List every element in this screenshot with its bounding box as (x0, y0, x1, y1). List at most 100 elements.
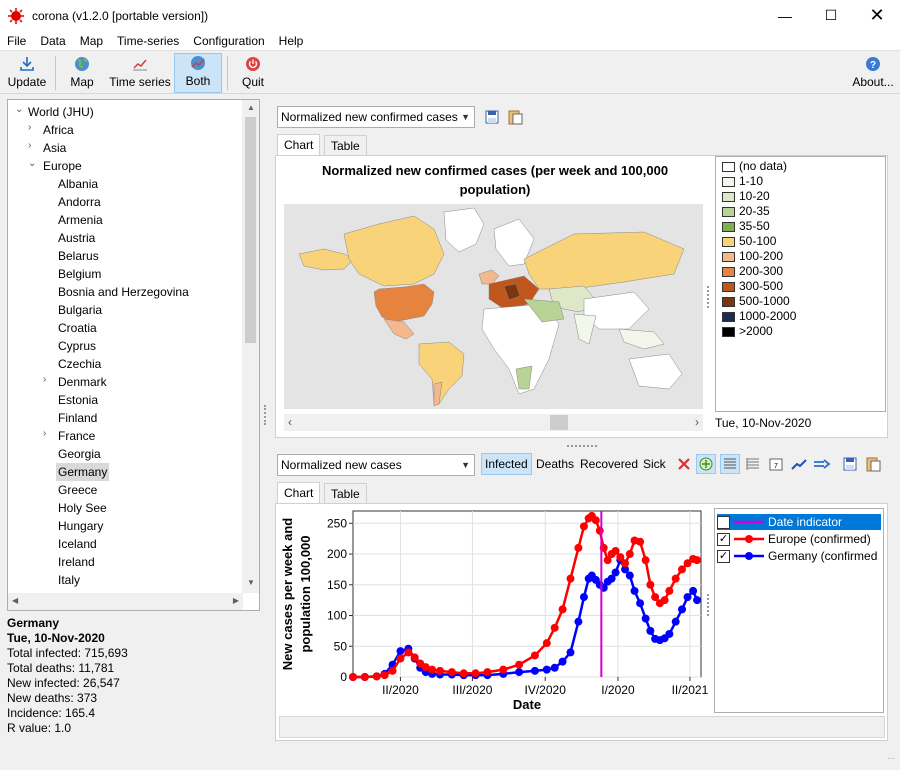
ts-legend-item[interactable]: ✓ Date indicator (717, 514, 881, 530)
time-series-chart[interactable]: 0 50 100 150 200 250 II/2020 III/2020 IV/2020 I/2… (276, 504, 709, 718)
clear-button[interactable] (674, 454, 694, 474)
tree-item-country[interactable]: Belgium (58, 265, 101, 283)
tree-item-country[interactable]: Denmark (58, 373, 107, 391)
expand-arrow-icon[interactable]: ⌄ (28, 158, 38, 169)
tree-item-country[interactable]: Germany (56, 463, 110, 481)
ts-tab-table[interactable]: Table (324, 483, 367, 504)
tree-item-country[interactable]: Andorra (58, 193, 101, 211)
close-window-button[interactable]: ✕ (854, 0, 900, 31)
tree-item-world[interactable]: World (JHU) (28, 103, 94, 121)
tree-item-country[interactable]: Austria (58, 229, 95, 247)
legend-splitter[interactable] (707, 286, 710, 308)
collapse-arrow-icon[interactable]: › (28, 122, 38, 133)
tree-item-country[interactable]: Finland (58, 409, 97, 427)
quit-button[interactable]: Quit (234, 53, 272, 93)
scroll-up-icon[interactable]: ▲ (247, 103, 255, 112)
region-tree[interactable]: ⌄ World (JHU) › Africa › Asia ⌄ Europe A… (7, 99, 260, 611)
add-series-button[interactable] (696, 454, 716, 474)
list-button[interactable] (743, 454, 763, 474)
ts-legend-item[interactable]: ✓ Europe (confirmed) (717, 531, 871, 547)
scroll-left-icon[interactable]: ◀ (12, 596, 18, 605)
menu-help[interactable]: Help (272, 34, 311, 48)
tree-item-country[interactable]: Bosnia and Herzegovina (58, 283, 189, 301)
tree-item-africa[interactable]: Africa (43, 121, 74, 139)
tree-item-country[interactable]: Iceland (58, 535, 97, 553)
vertical-splitter[interactable] (264, 405, 267, 425)
menu-file[interactable]: File (0, 34, 33, 48)
tree-item-country[interactable]: Bulgaria (58, 301, 102, 319)
map-tab-table[interactable]: Table (324, 135, 367, 156)
tree-item-country[interactable]: Cyprus (58, 337, 96, 355)
map-legend-item: (no data) (722, 159, 787, 174)
checkbox-checked-icon[interactable]: ✓ (717, 515, 730, 529)
menu-data[interactable]: Data (33, 34, 72, 48)
checkbox-checked-icon[interactable]: ✓ (717, 549, 730, 563)
both-button[interactable]: Both (174, 53, 222, 93)
collapse-arrow-icon[interactable]: › (43, 428, 53, 439)
scroll-right-icon[interactable]: › (695, 415, 699, 429)
time-series-button[interactable]: Time series (107, 53, 173, 93)
tree-item-country[interactable]: Greece (58, 481, 97, 499)
tree-item-country[interactable]: Italy (58, 571, 80, 589)
tree-horizontal-scrollbar[interactable]: ◀ ▶ (8, 593, 243, 610)
ts-data-combo[interactable]: Normalized new cases ▼ (277, 454, 475, 476)
log-scale-button[interactable] (720, 454, 740, 474)
scroll-left-icon[interactable]: ‹ (288, 415, 292, 429)
scroll-down-icon[interactable]: ▼ (247, 578, 255, 587)
legend-swatch (722, 161, 735, 172)
maximize-button[interactable]: ☐ (808, 0, 854, 31)
menu-configuration[interactable]: Configuration (186, 34, 271, 48)
calendar-button[interactable]: 7 (766, 454, 786, 474)
menu-map[interactable]: Map (73, 34, 110, 48)
tree-item-country[interactable]: Belarus (58, 247, 99, 265)
resize-grip-icon[interactable]: ⋯ (887, 755, 897, 767)
save-chart-button[interactable] (840, 454, 860, 474)
legend-splitter[interactable] (707, 594, 710, 616)
tree-item-country[interactable]: Ireland (58, 553, 95, 571)
y-tick-label: 200 (327, 547, 347, 561)
map-tab-chart[interactable]: Chart (277, 134, 321, 156)
copy-chart-button[interactable] (863, 454, 883, 474)
menu-time-series[interactable]: Time-series (110, 34, 186, 48)
tree-item-country[interactable]: Croatia (58, 319, 97, 337)
trend-button[interactable] (789, 454, 809, 474)
map-button[interactable]: Map (62, 53, 102, 93)
tree-item-asia[interactable]: Asia (43, 139, 66, 157)
tree-item-country[interactable]: Armenia (58, 211, 103, 229)
tree-item-country[interactable]: France (58, 427, 95, 445)
tree-item-country[interactable]: Georgia (58, 445, 101, 463)
scroll-right-icon[interactable]: ▶ (233, 596, 239, 605)
tree-item-country[interactable]: Estonia (58, 391, 98, 409)
tree-item-country[interactable]: Czechia (58, 355, 101, 373)
map-data-combo[interactable]: Normalized new confirmed cases ▼ (277, 106, 475, 128)
minimize-button[interactable]: — (762, 0, 808, 31)
forward-button[interactable] (812, 454, 832, 474)
tree-item-europe[interactable]: Europe (43, 157, 82, 175)
ts-legend-item[interactable]: ✓ Germany (confirmed (717, 548, 877, 564)
tree-scroll-thumb[interactable] (245, 117, 256, 343)
deaths-toggle[interactable]: Deaths (533, 453, 577, 475)
ts-tab-chart[interactable]: Chart (277, 482, 321, 504)
sick-toggle[interactable]: Sick (640, 453, 669, 475)
recovered-toggle[interactable]: Recovered (577, 453, 641, 475)
world-map[interactable] (284, 204, 703, 409)
save-map-button[interactable] (482, 107, 502, 127)
about-button[interactable]: ? About... (848, 53, 898, 93)
collapse-arrow-icon[interactable]: › (43, 374, 53, 385)
collapse-arrow-icon[interactable]: › (28, 140, 38, 151)
update-button[interactable]: Update (4, 53, 50, 93)
checkbox-checked-icon[interactable]: ✓ (717, 532, 730, 546)
tree-vertical-scrollbar[interactable]: ▲ ▼ (242, 100, 259, 593)
copy-map-button[interactable] (505, 107, 525, 127)
data-point (372, 672, 381, 681)
tree-item-country[interactable]: Hungary (58, 517, 103, 535)
virus-icon (8, 7, 24, 24)
tree-item-country[interactable]: Albania (58, 175, 98, 193)
map-scroll-thumb[interactable] (550, 415, 568, 430)
expand-arrow-icon[interactable]: ⌄ (15, 104, 25, 115)
infected-toggle[interactable]: Infected (481, 453, 532, 475)
horizontal-splitter[interactable] (567, 445, 597, 448)
tree-item-country[interactable]: Holy See (58, 499, 107, 517)
map-horizontal-scrollbar[interactable]: ‹ › (284, 414, 703, 431)
map-legend-item: 35-50 (722, 219, 770, 234)
